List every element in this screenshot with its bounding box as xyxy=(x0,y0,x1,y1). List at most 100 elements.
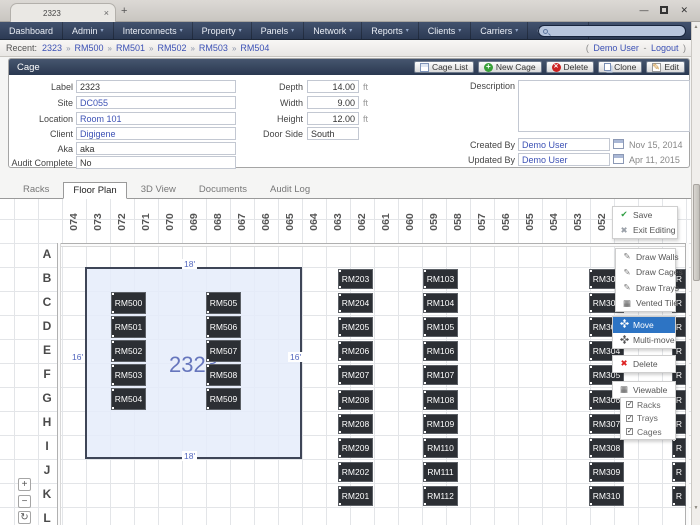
nav-item-dashboard[interactable]: Dashboard xyxy=(0,22,63,39)
floorplan-canvas[interactable]: 0740730720710700690680670660650640630620… xyxy=(0,199,691,525)
nav-item-network[interactable]: Network▾ xyxy=(304,22,362,39)
nav-item-carriers[interactable]: Carriers▾ xyxy=(471,22,528,39)
rack-cage-left-rm504-4[interactable]: RM504 xyxy=(111,388,146,410)
created-by-field[interactable]: Demo User xyxy=(518,138,610,151)
description-field[interactable] xyxy=(518,80,690,132)
breadcrumb-link-rm502[interactable]: RM502 xyxy=(157,43,186,53)
rack-cage-left-rm500-0[interactable]: RM500 xyxy=(111,292,146,314)
menu-item-multi-move[interactable]: Multi-move xyxy=(613,333,675,349)
search-box[interactable] xyxy=(538,25,686,37)
breadcrumb-link-rm501[interactable]: RM501 xyxy=(116,43,145,53)
calendar-icon[interactable] xyxy=(613,154,624,164)
rack-rm200-rm208-6[interactable]: RM208 xyxy=(338,414,373,434)
tab-3d-view[interactable]: 3D View xyxy=(132,182,185,199)
nav-item-interconnects[interactable]: Interconnects▾ xyxy=(114,22,193,39)
menu-item-draw-trays[interactable]: ✎Draw Trays xyxy=(616,280,675,296)
rack-rm300-rm307-6[interactable]: RM307 xyxy=(589,414,624,434)
zoom-in-button[interactable]: + xyxy=(18,478,31,491)
rack-rm100-rm111-8[interactable]: RM111 xyxy=(423,462,458,482)
rack-cage-right-rm509-4[interactable]: RM509 xyxy=(206,388,241,410)
rack-rm100-rm104-1[interactable]: RM104 xyxy=(423,293,458,313)
user-link[interactable]: Demo User xyxy=(522,155,568,165)
rack-rm300-rm309-8[interactable]: RM309 xyxy=(589,462,624,482)
rack-rm100-rm109-6[interactable]: RM109 xyxy=(423,414,458,434)
menu-item-save[interactable]: ✔Save xyxy=(613,207,677,223)
new-cage-button[interactable]: New Cage xyxy=(478,61,542,73)
rack-cage-right-rm508-3[interactable]: RM508 xyxy=(206,364,241,386)
breadcrumb-link-rm500[interactable]: RM500 xyxy=(75,43,104,53)
checkbox-row-trays[interactable]: Trays xyxy=(621,412,675,426)
breadcrumb-link-2323[interactable]: 2323 xyxy=(42,43,62,53)
width-field[interactable]: 9.00 xyxy=(307,96,359,109)
edit-button[interactable]: Edit xyxy=(646,61,685,73)
aka-field[interactable]: aka xyxy=(76,142,236,155)
audit-complete-field[interactable]: No xyxy=(76,156,236,169)
rack-rm200-rm209-7[interactable]: RM209 xyxy=(338,438,373,458)
tab-audit-log[interactable]: Audit Log xyxy=(261,182,319,199)
checkbox-checked-icon[interactable] xyxy=(626,415,633,422)
user-link[interactable]: Demo User xyxy=(593,43,639,53)
rack-rm100-rm112-9[interactable]: RM112 xyxy=(423,486,458,506)
delete-button[interactable]: Delete xyxy=(546,61,595,73)
rack-right-clipped-r-8[interactable]: R xyxy=(672,462,686,482)
site-field[interactable]: DC055 xyxy=(76,96,236,109)
tab-racks[interactable]: Racks xyxy=(14,182,58,199)
tab-close-icon[interactable]: × xyxy=(104,8,109,18)
height-field[interactable]: 12.00 xyxy=(307,112,359,125)
rack-cage-right-rm506-1[interactable]: RM506 xyxy=(206,316,241,338)
checkbox-checked-icon[interactable] xyxy=(626,428,633,435)
tab-floor-plan[interactable]: Floor Plan xyxy=(63,182,126,199)
client-field[interactable]: Digigene xyxy=(76,127,236,140)
nav-item-panels[interactable]: Panels▾ xyxy=(252,22,305,39)
rack-rm200-rm205-2[interactable]: RM205 xyxy=(338,317,373,337)
menu-item-move[interactable]: Move xyxy=(613,317,675,333)
reset-view-button[interactable]: ↻ xyxy=(18,511,31,524)
user-link[interactable]: Demo User xyxy=(522,140,568,150)
scrollbar-up-icon[interactable]: ▲ xyxy=(692,24,700,30)
browser-tab[interactable]: 2323 × xyxy=(10,3,116,22)
rack-rm200-rm203-0[interactable]: RM203 xyxy=(338,269,373,289)
rack-cage-right-rm507-2[interactable]: RM507 xyxy=(206,340,241,362)
menu-item-draw-cages[interactable]: ✎Draw Cages xyxy=(616,265,675,281)
checkbox-row-cages[interactable]: Cages xyxy=(621,425,675,439)
updated-by-field[interactable]: Demo User xyxy=(518,153,610,166)
rack-rm200-rm208-5[interactable]: RM208 xyxy=(338,390,373,410)
search-input[interactable] xyxy=(548,27,668,36)
breadcrumb-link-rm504[interactable]: RM504 xyxy=(240,43,269,53)
rack-rm100-rm106-3[interactable]: RM106 xyxy=(423,341,458,361)
clone-button[interactable]: Clone xyxy=(598,61,642,73)
close-icon[interactable]: ✕ xyxy=(680,5,688,15)
rack-rm200-rm204-1[interactable]: RM204 xyxy=(338,293,373,313)
rack-rm100-rm103-0[interactable]: RM103 xyxy=(423,269,458,289)
rack-rm200-rm207-4[interactable]: RM207 xyxy=(338,365,373,385)
door-side-field[interactable]: South xyxy=(307,127,359,140)
zoom-out-button[interactable]: − xyxy=(18,495,31,508)
checkbox-checked-icon[interactable] xyxy=(626,401,633,408)
label-field[interactable]: 2323 xyxy=(76,80,236,93)
cage-list-button[interactable]: Cage List xyxy=(414,61,474,73)
rack-rm100-rm110-7[interactable]: RM110 xyxy=(423,438,458,458)
rack-rm200-rm201-9[interactable]: RM201 xyxy=(338,486,373,506)
nav-item-property[interactable]: Property▾ xyxy=(193,22,252,39)
rack-rm300-rm310-9[interactable]: RM310 xyxy=(589,486,624,506)
checkbox-row-racks[interactable]: Racks xyxy=(621,398,675,412)
menu-item-delete[interactable]: ✖Delete xyxy=(613,356,675,372)
nav-item-reports[interactable]: Reports▾ xyxy=(362,22,419,39)
rack-rm200-rm206-3[interactable]: RM206 xyxy=(338,341,373,361)
menu-item-draw-walls[interactable]: ✎Draw Walls xyxy=(616,249,675,265)
scrollbar-down-icon[interactable]: ▼ xyxy=(692,505,700,511)
rack-rm100-rm108-5[interactable]: RM108 xyxy=(423,390,458,410)
rack-rm100-rm105-2[interactable]: RM105 xyxy=(423,317,458,337)
nav-item-admin[interactable]: Admin▾ xyxy=(63,22,114,39)
rack-rm100-rm107-4[interactable]: RM107 xyxy=(423,365,458,385)
maximize-icon[interactable] xyxy=(660,6,668,14)
rack-rm300-rm308-7[interactable]: RM308 xyxy=(589,438,624,458)
rack-right-clipped-r-9[interactable]: R xyxy=(672,486,686,506)
minimize-icon[interactable]: — xyxy=(639,5,648,15)
location-field[interactable]: Room 101 xyxy=(76,112,236,125)
menu-item-viewable[interactable]: ▦Viewable xyxy=(613,382,675,398)
field-value[interactable]: DC055 xyxy=(80,98,108,108)
page-scrollbar[interactable]: ▲ ▼ xyxy=(691,22,700,525)
calendar-icon[interactable] xyxy=(613,139,624,149)
nav-item-clients[interactable]: Clients▾ xyxy=(419,22,472,39)
